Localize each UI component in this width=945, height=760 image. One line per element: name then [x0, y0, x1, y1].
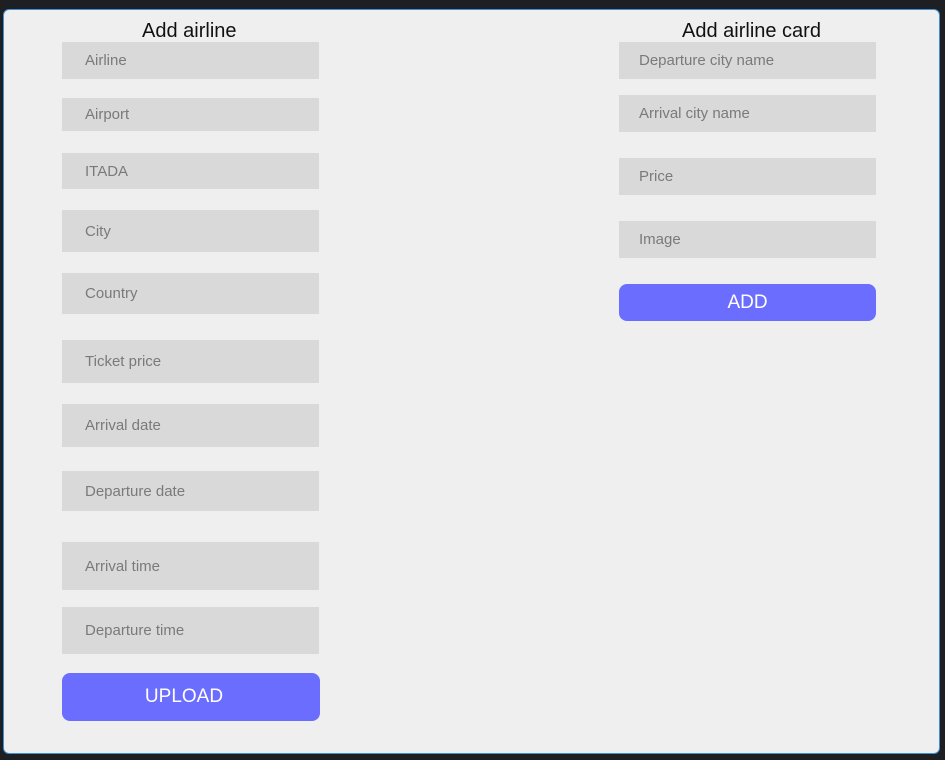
image-input[interactable] [619, 221, 876, 258]
departure-date-input[interactable] [62, 471, 319, 511]
departure-time-input[interactable] [62, 607, 319, 654]
add-button[interactable]: ADD [619, 284, 876, 321]
add-airline-card-title: Add airline card [682, 20, 821, 42]
price-input[interactable] [619, 158, 876, 195]
airport-input[interactable] [62, 98, 319, 131]
add-airline-title: Add airline [142, 20, 237, 42]
upload-button[interactable]: UPLOAD [62, 673, 320, 721]
arrival-time-input[interactable] [62, 542, 319, 590]
city-input[interactable] [62, 210, 319, 252]
itada-input[interactable] [62, 153, 319, 189]
arrival-date-input[interactable] [62, 404, 319, 447]
main-panel: Add airline UPLOAD Add airline card ADD [3, 9, 940, 754]
airline-input[interactable] [62, 42, 319, 79]
arrival-city-input[interactable] [619, 95, 876, 132]
ticket-price-input[interactable] [62, 340, 319, 383]
departure-city-input[interactable] [619, 42, 876, 79]
country-input[interactable] [62, 273, 319, 314]
